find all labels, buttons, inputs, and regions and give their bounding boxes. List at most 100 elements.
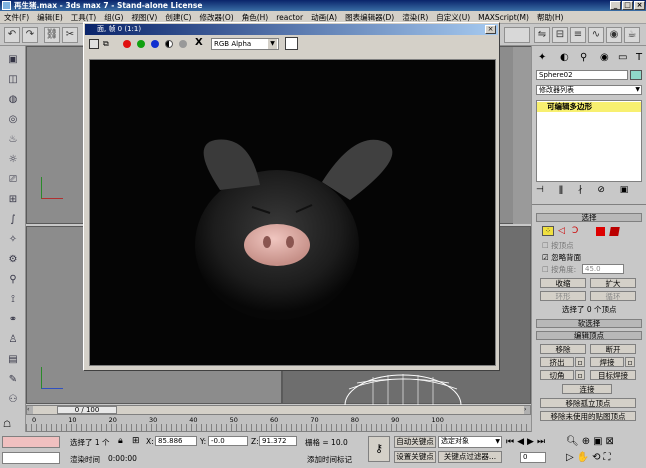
mono-icon[interactable] — [179, 40, 187, 48]
transform-mode-icon[interactable]: ⊞ — [132, 436, 140, 446]
link-icon[interactable]: ⚭ — [4, 312, 22, 328]
named-selection-dropdown[interactable] — [504, 27, 530, 43]
key-filters-button[interactable]: 关键点过滤器... — [438, 451, 502, 463]
edit-vertices-rollout-header[interactable]: 编辑顶点 — [536, 331, 642, 340]
modifier-icon[interactable]: ⟟ — [4, 292, 22, 308]
y-coord-field[interactable]: -0.0 — [208, 436, 248, 446]
z-coord-field[interactable]: 91.372 — [259, 436, 297, 446]
box-icon[interactable]: ▣ — [4, 52, 22, 68]
modify-tab-icon[interactable]: ◐ — [560, 52, 569, 63]
modifier-stack[interactable]: 可编辑多边形 — [536, 100, 642, 182]
grow-button[interactable]: 扩大 — [590, 278, 636, 288]
biped-icon[interactable]: ♙ — [4, 332, 22, 348]
slider-left-arrow[interactable]: ‹ — [27, 406, 33, 414]
current-frame-field[interactable]: 0 — [520, 452, 546, 463]
hierarchy-icon[interactable]: ⚇ — [4, 392, 22, 408]
clear-icon[interactable]: X — [195, 37, 203, 48]
material-editor-icon[interactable]: ◉ — [606, 27, 622, 43]
spline-icon[interactable]: ∫ — [4, 212, 22, 228]
loop-button[interactable]: 循环 — [590, 291, 636, 301]
key-mode-dropdown[interactable]: 选定对象 ▼ — [438, 436, 502, 448]
connect-button[interactable]: 连接 — [562, 384, 612, 394]
playback-controls[interactable]: ⏮◀▶⏭ — [506, 437, 548, 447]
ring-button[interactable]: 环形 — [540, 291, 586, 301]
red-channel-icon[interactable] — [123, 40, 131, 48]
vertex-mode-icon[interactable]: ⁘ — [542, 226, 554, 236]
add-time-tag-button[interactable]: 添加时间标记 — [307, 454, 352, 465]
target-weld-button[interactable]: 目标焊接 — [590, 370, 636, 380]
shrink-button[interactable]: 收缩 — [540, 278, 586, 288]
redo-icon[interactable]: ↷ — [22, 27, 38, 43]
curve-editor-icon[interactable]: ∿ — [588, 27, 604, 43]
render-frame-window[interactable]: 面, 帧 0 (1:1) × ⧉ X RGB Alpha ▼ — [83, 22, 500, 371]
lock-icon[interactable]: 🔒︎ — [118, 436, 123, 446]
time-slider-thumb[interactable]: 0 / 100 — [57, 406, 117, 414]
blue-channel-icon[interactable] — [151, 40, 159, 48]
cylinder-icon[interactable]: ◫ — [4, 72, 22, 88]
set-key-button[interactable]: 设置关键点 — [394, 451, 436, 463]
remove-button[interactable]: 移除 — [540, 344, 586, 354]
camera-icon[interactable]: ⎚ — [4, 172, 22, 188]
remove-isolated-button[interactable]: 移除孤立顶点 — [540, 398, 636, 408]
menu-file[interactable]: 文件(F) — [0, 11, 33, 24]
weld-button[interactable]: 焊接 — [590, 357, 624, 367]
by-angle-checkbox[interactable]: ☐ 按角度: — [542, 264, 576, 275]
torus-icon[interactable]: ◎ — [4, 112, 22, 128]
sphere-icon[interactable]: ◍ — [4, 92, 22, 108]
render-frame-close-button[interactable]: × — [485, 25, 496, 34]
time-slider[interactable]: ‹ 0 / 100 › — [26, 405, 531, 415]
green-channel-icon[interactable] — [137, 40, 145, 48]
undo-icon[interactable]: ↶ — [4, 27, 20, 43]
viewport-nav-controls-2[interactable]: ▷✋⟲⛶ — [566, 452, 644, 464]
select-link-icon[interactable]: ⛓ — [44, 27, 60, 43]
chamfer-button[interactable]: 切角 — [540, 370, 574, 380]
x-coord-field[interactable]: 85.886 — [155, 436, 197, 446]
close-button[interactable]: × — [634, 1, 645, 10]
break-button[interactable]: 断开 — [590, 344, 636, 354]
mirror-icon[interactable]: ⇋ — [534, 27, 550, 43]
maxscript-listener[interactable] — [2, 436, 60, 448]
extrude-button[interactable]: 挤出 — [540, 357, 574, 367]
align-icon[interactable]: ⊟ — [552, 27, 568, 43]
bone-icon[interactable]: ⚲ — [4, 272, 22, 288]
minimize-button[interactable]: _ — [610, 1, 621, 10]
auto-key-button[interactable]: 自动关键点 — [394, 436, 436, 448]
gear-icon[interactable]: ⚙ — [4, 252, 22, 268]
render-scene-icon[interactable]: ▤ — [4, 352, 22, 368]
script-icon[interactable]: ✎ — [4, 372, 22, 388]
channel-select[interactable]: RGB Alpha ▼ — [211, 38, 279, 50]
color-swatch[interactable] — [285, 37, 298, 50]
maxscript-input[interactable] — [2, 452, 60, 464]
by-vertex-checkbox[interactable]: ☐ 按顶点 — [542, 240, 574, 251]
track-bar[interactable]: 0 10 20 30 40 50 60 70 80 90 100 — [26, 415, 531, 432]
create-tab-icon[interactable]: ✦ — [538, 52, 546, 63]
unlink-icon[interactable]: ✂ — [62, 27, 78, 43]
render-icon[interactable]: ☕ — [624, 27, 640, 43]
soft-selection-rollout-header[interactable]: 软选择 — [536, 319, 642, 328]
angle-field[interactable]: 45.0 — [582, 264, 624, 274]
viewport-nav-controls[interactable]: 🔍︎⊕▣⊠ — [566, 436, 644, 448]
track-view-icon[interactable]: ☖ — [3, 420, 11, 430]
weld-settings-button[interactable]: ▫ — [625, 357, 635, 367]
light-icon[interactable]: ☼ — [4, 152, 22, 168]
helper-icon[interactable]: ⊞ — [4, 192, 22, 208]
teapot-icon[interactable]: ♨ — [4, 132, 22, 148]
remove-unused-map-button[interactable]: 移除未使用的贴图顶点 — [540, 411, 636, 421]
slider-right-arrow[interactable]: › — [524, 406, 530, 414]
object-name-field[interactable]: Sphere02 — [536, 70, 628, 80]
ignore-backfacing-checkbox[interactable]: ☑ 忽略背面 — [542, 252, 581, 263]
display-tab-icon[interactable]: ▭ — [618, 52, 627, 63]
menu-edit[interactable]: 编辑(E) — [33, 11, 67, 24]
motion-tab-icon[interactable]: ◉ — [600, 52, 609, 63]
selection-rollout-header[interactable]: 选择 — [536, 213, 642, 222]
extrude-settings-button[interactable]: ▫ — [575, 357, 585, 367]
alpha-channel-icon[interactable] — [165, 40, 173, 48]
particle-icon[interactable]: ✧ — [4, 232, 22, 248]
border-mode-icon[interactable]: Ɔ — [572, 226, 578, 236]
edge-mode-icon[interactable]: ◁ — [558, 226, 565, 236]
chamfer-settings-button[interactable]: ▫ — [575, 370, 585, 380]
hierarchy-tab-icon[interactable]: ⚲ — [580, 52, 587, 63]
maximize-button[interactable]: □ — [622, 1, 633, 10]
layer-icon[interactable]: ≡ — [570, 27, 586, 43]
element-mode-icon[interactable] — [609, 227, 620, 236]
